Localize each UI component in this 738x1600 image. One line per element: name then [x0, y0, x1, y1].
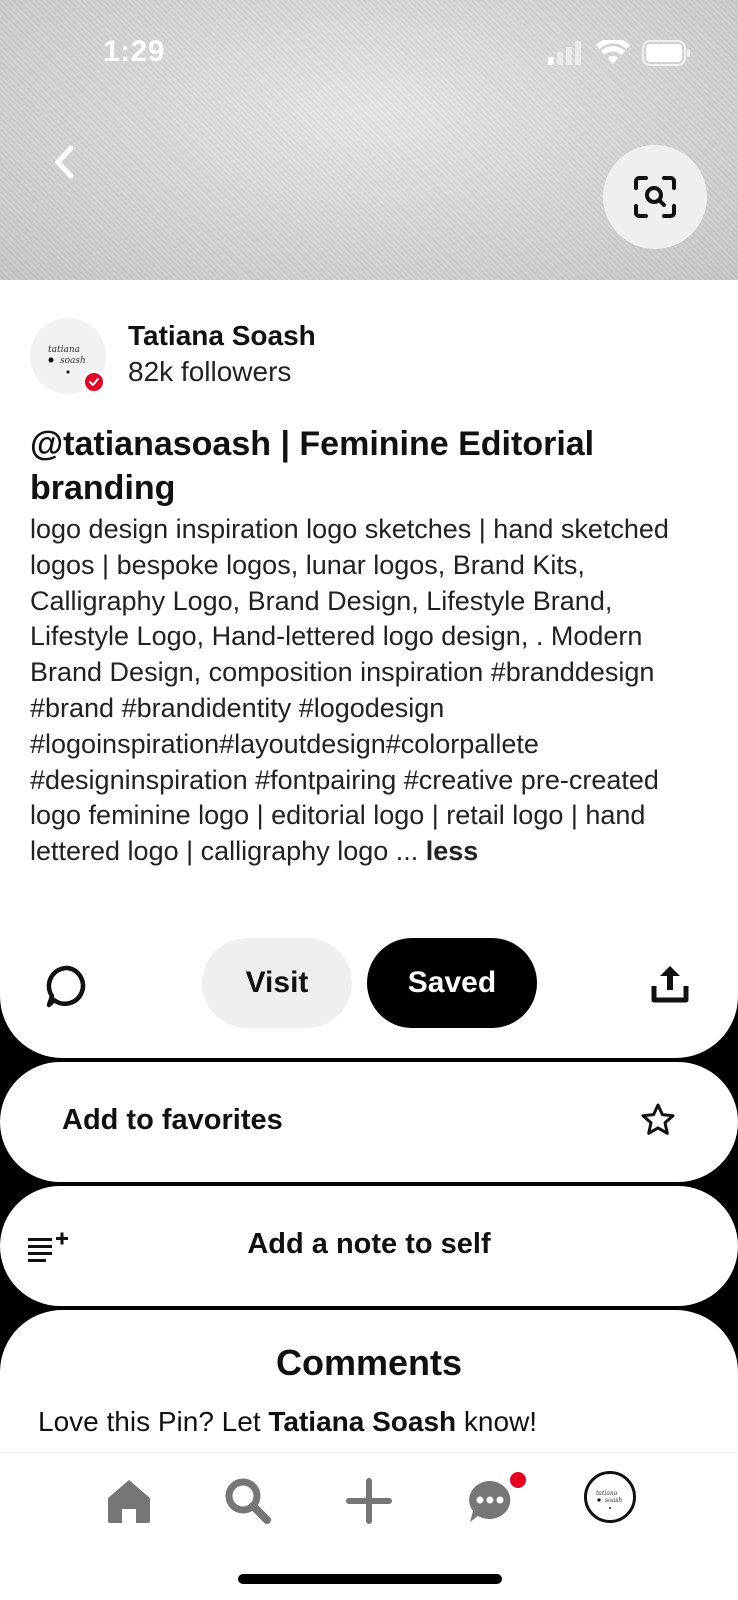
verified-badge-icon	[82, 370, 106, 394]
creator-name[interactable]: Tatiana Soash	[128, 320, 316, 352]
add-note-label: Add a note to self	[247, 1228, 491, 1260]
nav-search[interactable]	[220, 1473, 276, 1529]
svg-text:soash: soash	[60, 356, 86, 366]
creator-logo-icon: tatiana soash	[48, 345, 86, 374]
home-icon	[108, 1480, 150, 1523]
back-button[interactable]	[42, 140, 86, 184]
notification-dot	[510, 1472, 526, 1488]
lens-search-icon	[634, 176, 676, 218]
share-icon	[651, 966, 689, 1003]
visit-button[interactable]: Visit	[202, 938, 352, 1028]
status-icons	[548, 40, 692, 66]
status-time: 1:29	[103, 35, 166, 68]
plus-icon	[346, 1478, 392, 1524]
nav-create[interactable]	[341, 1473, 397, 1529]
chevron-left-icon	[55, 145, 74, 179]
comment-icon	[46, 965, 86, 1008]
comments-prompt[interactable]: Love this Pin? Let Tatiana Soash know!	[38, 1406, 537, 1438]
svg-text:tatiana: tatiana	[48, 345, 80, 355]
share-button[interactable]	[648, 962, 692, 1006]
pin-description-text: logo design inspiration logo sketches | …	[30, 514, 669, 867]
search-icon	[225, 1478, 271, 1524]
home-indicator	[238, 1574, 502, 1584]
add-to-favorites-label: Add to favorites	[62, 1104, 283, 1136]
star-icon[interactable]	[640, 1102, 676, 1138]
pin-image: 1:29	[0, 0, 738, 280]
svg-text:soash: soash	[605, 1497, 622, 1504]
nav-profile-avatar[interactable]: tatiana soash	[584, 1471, 636, 1523]
pin-title: @tatianasoash | Feminine Editorial brand…	[30, 425, 595, 507]
pin-description: logo design inspiration logo sketches | …	[30, 512, 710, 870]
battery-icon	[642, 40, 690, 66]
pin-details-card: tatiana soash Tatiana Soash 82k follower…	[0, 280, 738, 1058]
cellular-signal-icon	[548, 41, 581, 65]
comments-title: Comments	[275, 1342, 463, 1383]
follower-count: 82k followers	[128, 356, 292, 387]
comment-button[interactable]	[44, 962, 92, 1010]
messages-icon	[469, 1481, 511, 1522]
nav-home[interactable]	[101, 1473, 157, 1529]
saved-button[interactable]: Saved	[367, 938, 537, 1028]
visual-search-button[interactable]	[603, 145, 707, 249]
wifi-icon	[596, 40, 630, 64]
add-note-row[interactable]: Add a note to self	[0, 1186, 738, 1306]
profile-logo-icon: tatiana soash	[596, 1490, 622, 1509]
add-to-favorites-row[interactable]: Add to favorites	[0, 1062, 738, 1182]
show-less-link[interactable]: less	[426, 836, 479, 866]
svg-text:tatiana: tatiana	[596, 1490, 618, 1497]
